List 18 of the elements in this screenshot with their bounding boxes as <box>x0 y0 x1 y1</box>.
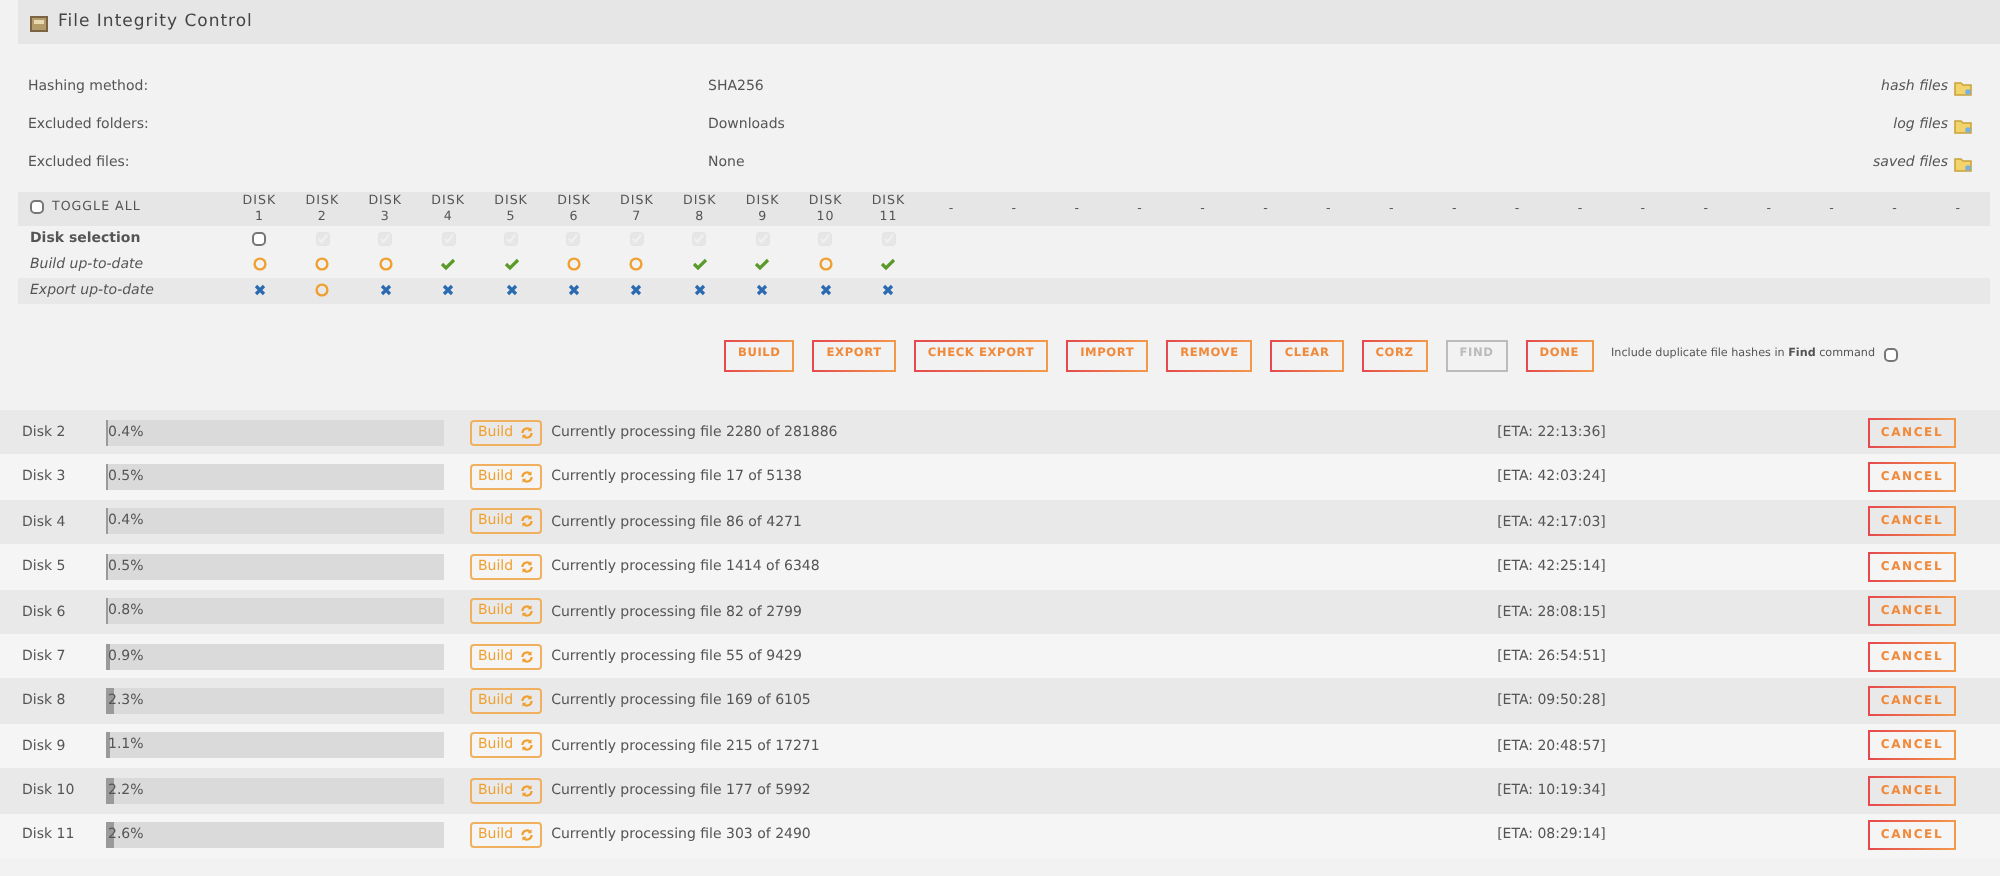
refresh-icon <box>519 470 534 485</box>
toggle-all-checkbox[interactable] <box>30 199 44 214</box>
refresh-icon <box>519 604 534 619</box>
duplicate-checkbox[interactable] <box>1883 347 1898 362</box>
folder-icon <box>1954 155 1972 171</box>
refresh-icon <box>519 559 534 574</box>
disk-checkbox[interactable] <box>252 231 267 246</box>
refresh-icon <box>519 694 534 709</box>
refresh-icon <box>519 738 534 753</box>
refresh-icon <box>519 649 534 664</box>
folder-icon <box>1954 117 1972 133</box>
window-title: File Integrity Control <box>58 9 253 35</box>
folder-icon <box>1954 79 1972 95</box>
refresh-icon <box>519 514 534 529</box>
refresh-icon <box>519 828 534 843</box>
window-icon <box>30 13 48 31</box>
refresh-icon <box>519 425 534 440</box>
refresh-icon <box>519 783 534 798</box>
